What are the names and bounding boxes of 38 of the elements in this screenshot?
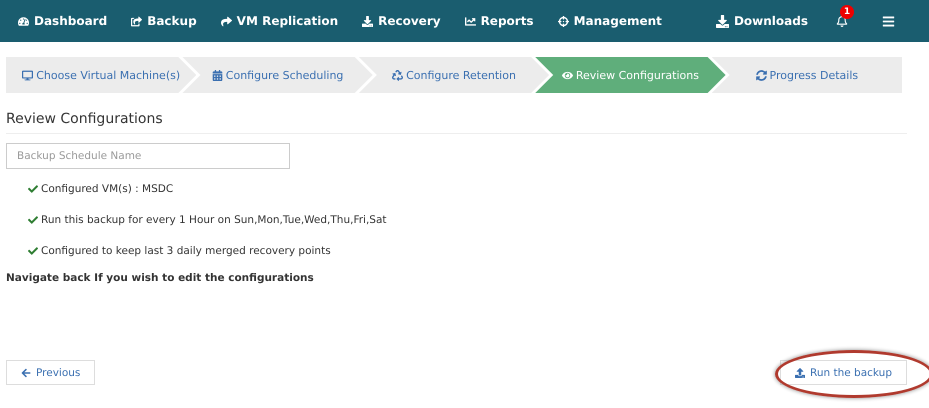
wizard-step[interactable]: Progress Details <box>712 57 902 93</box>
check-icon <box>28 246 38 256</box>
wizard-step[interactable]: Choose Virtual Machine(s) <box>6 57 196 93</box>
line-chart-icon <box>464 16 476 26</box>
downloads-link[interactable]: Downloads <box>716 14 808 28</box>
nav-link[interactable]: Recovery <box>362 14 441 28</box>
summary-text: Configured VM(s) : MSDC <box>41 183 174 195</box>
nav-link[interactable]: VM Replication <box>220 14 338 28</box>
menu-icon[interactable] <box>882 14 895 28</box>
summary-text: Run this backup for every 1 Hour on Sun,Mon,Tue,Wed,Thu,Fri,Sat <box>41 214 387 226</box>
summary-text: Configured to keep last 3 daily merged recovery points <box>41 245 331 257</box>
download-icon <box>362 16 374 26</box>
nav-link[interactable]: Backup <box>131 14 197 28</box>
wizard-step[interactable]: Configure Retention <box>358 57 550 93</box>
nav-link[interactable]: Management <box>558 14 662 28</box>
eye-icon <box>562 70 573 80</box>
share-icon <box>131 16 142 26</box>
note-text: Navigate back If you wish to edit the configurations <box>6 272 315 284</box>
forward-arrow-icon <box>220 16 232 26</box>
calendar-icon <box>212 70 223 80</box>
schedule-name-field[interactable]: Backup Schedule Name <box>6 143 290 169</box>
notification-badge: 1 <box>840 5 854 19</box>
gauge-icon <box>18 16 29 26</box>
run-backup-button[interactable]: Run the backup <box>780 360 907 385</box>
upload-icon <box>795 368 805 378</box>
wizard-step[interactable]: Configure Scheduling <box>182 57 373 93</box>
refresh-icon <box>756 70 767 80</box>
check-icon <box>28 184 38 194</box>
previous-button[interactable]: Previous <box>6 360 96 385</box>
nav-link[interactable]: Reports <box>464 14 534 28</box>
download-icon <box>716 14 729 28</box>
check-icon <box>28 215 38 225</box>
section-heading: Review Configurations <box>6 111 907 134</box>
crosshair-icon <box>558 16 569 26</box>
arrow-left-icon <box>21 368 31 378</box>
nav-link[interactable]: Dashboard <box>18 14 108 28</box>
recycle-icon <box>392 70 404 80</box>
monitor-icon <box>22 70 34 80</box>
